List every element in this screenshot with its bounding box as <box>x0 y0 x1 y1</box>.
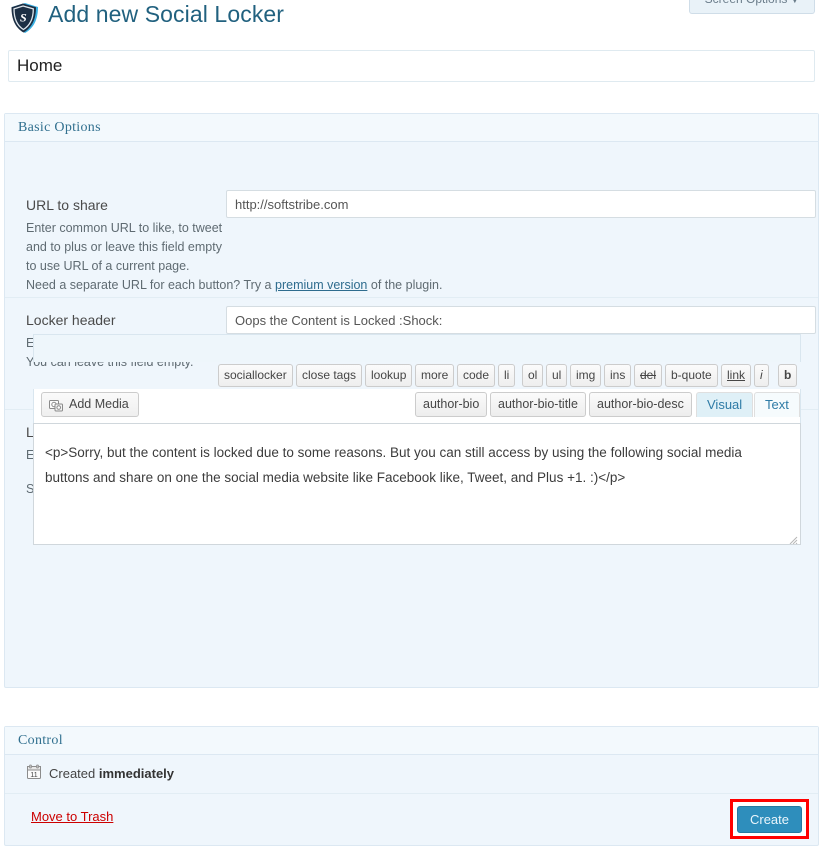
editor-topbar <box>33 334 801 362</box>
url-to-share-description: Enter common URL to like, to tweet and t… <box>26 219 442 295</box>
url-to-share-input[interactable] <box>226 190 816 218</box>
quicktag-del[interactable]: del <box>634 364 663 387</box>
publish-date-row: 11 Created immediately <box>5 755 818 794</box>
quicktag-ins[interactable]: ins <box>604 364 632 387</box>
quicktag-img[interactable]: img <box>570 364 602 387</box>
editor-tab-visual[interactable]: Visual <box>696 392 754 417</box>
quicktag-li[interactable]: li <box>498 364 516 387</box>
shortcode-button-author-bio-title[interactable]: author-bio-title <box>490 392 586 417</box>
svg-text:11: 11 <box>30 772 37 779</box>
control-panel-header[interactable]: Control <box>5 727 818 755</box>
control-panel-title: Control <box>18 733 63 748</box>
created-value[interactable]: immediately <box>99 766 174 781</box>
quicktag-b[interactable]: b <box>778 364 798 387</box>
screen-options-label: Screen Options <box>705 0 788 6</box>
url-desc-line-2: and to plus or leave this field empty <box>26 240 222 254</box>
url-to-share-row: URL to share Enter common URL to like, t… <box>5 171 818 297</box>
quicktag-b-quote[interactable]: b-quote <box>665 364 718 387</box>
premium-version-link[interactable]: premium version <box>275 278 367 292</box>
created-prefix: Created <box>49 766 99 781</box>
locker-message-editor: b i link b-quote del ins img ul ol li code more look… <box>33 334 801 545</box>
quicktag-lookup[interactable]: lookup <box>365 364 413 387</box>
add-media-label: Add Media <box>69 397 129 411</box>
locker-header-input[interactable] <box>226 306 816 334</box>
url-desc-line-3: to use URL of a current page. <box>26 259 190 273</box>
editor-tab-text[interactable]: Text <box>754 392 800 417</box>
add-media-button[interactable]: Add Media <box>41 392 139 417</box>
quicktag-i[interactable]: i <box>754 364 769 387</box>
quicktag-ul[interactable]: ul <box>546 364 568 387</box>
quicktag-more[interactable]: more <box>415 364 455 387</box>
move-to-trash-link[interactable]: Move to Trash <box>31 809 113 824</box>
shortcode-button-author-bio-desc[interactable]: author-bio-desc <box>589 392 692 417</box>
control-panel: Control 11 Created immediately Move to T… <box>4 726 819 846</box>
url-desc-pre: Need a separate URL for each button? Try… <box>26 278 275 292</box>
control-panel-body: 11 Created immediately Move to Trash Cre… <box>5 755 818 846</box>
shield-s-icon: S <box>10 2 40 34</box>
url-desc-line-4: Need a separate URL for each button? Try… <box>26 276 442 295</box>
editor-textarea[interactable]: <p>Sorry, but the content is locked due … <box>33 423 801 545</box>
control-actions-row: Move to Trash Create <box>5 794 818 846</box>
quicktag-close-tags[interactable]: close tags <box>296 364 363 387</box>
screen-options-tab[interactable]: Screen Options▼ <box>689 0 815 14</box>
post-title-input[interactable] <box>8 50 815 82</box>
quicktag-link[interactable]: link <box>721 364 752 387</box>
url-desc-post: of the plugin. <box>367 278 443 292</box>
editor-content: <p>Sorry, but the content is locked due … <box>45 445 742 485</box>
svg-text:S: S <box>20 11 27 25</box>
basic-options-header[interactable]: Basic Options <box>5 114 818 142</box>
editor-media-row: Add Media author-bio-desc author-bio-titl… <box>33 389 801 423</box>
calendar-icon: 11 <box>26 764 42 780</box>
quicktag-ol[interactable]: ol <box>522 364 544 387</box>
shortcode-button-author-bio[interactable]: author-bio <box>415 392 488 417</box>
chevron-down-icon: ▼ <box>790 0 800 5</box>
basic-options-title: Basic Options <box>18 120 101 135</box>
create-button[interactable]: Create <box>737 806 802 833</box>
url-desc-line-1: Enter common URL to like, to tweet <box>26 221 223 235</box>
quicktag-code[interactable]: code <box>457 364 496 387</box>
resize-handle[interactable] <box>788 532 798 544</box>
media-camera-icon <box>49 398 64 412</box>
url-to-share-label: URL to share <box>26 197 108 213</box>
quicktag-sociallocker[interactable]: sociallocker <box>218 364 293 387</box>
quicktags-toolbar: b i link b-quote del ins img ul ol li code more look… <box>33 362 801 389</box>
page-title: Add new Social Locker <box>48 1 285 27</box>
locker-header-label: Locker header <box>26 312 116 328</box>
created-status: Created immediately <box>49 766 174 781</box>
